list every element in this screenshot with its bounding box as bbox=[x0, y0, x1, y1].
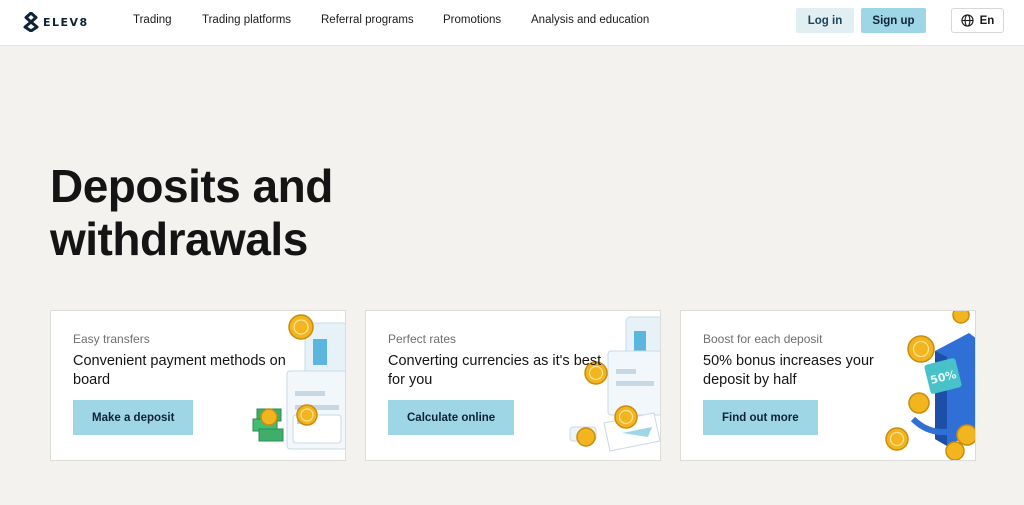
nav-item-trading-platforms[interactable]: Trading platforms bbox=[202, 14, 291, 26]
page-title-line-1: Deposits and bbox=[50, 160, 333, 212]
language-selector[interactable]: En bbox=[951, 8, 1004, 33]
page-title-line-2: withdrawals bbox=[50, 213, 308, 265]
card-title: 50% bonus increases your deposit by half bbox=[703, 353, 874, 388]
card-title: Converting currencies as it's best for y… bbox=[388, 353, 602, 388]
card-boost-deposit: 50% Boost for each deposit 50% bonus inc… bbox=[680, 310, 976, 461]
nav-item-analysis-education[interactable]: Analysis and education bbox=[531, 14, 649, 26]
card-easy-transfers: Easy transfers Convenient payment method… bbox=[50, 310, 346, 461]
signup-button[interactable]: Sign up bbox=[861, 8, 926, 33]
login-button[interactable]: Log in bbox=[796, 8, 854, 33]
nav-item-referral-programs[interactable]: Referral programs bbox=[321, 14, 414, 26]
card-eyebrow: Easy transfers bbox=[73, 332, 150, 346]
globe-icon bbox=[961, 14, 974, 27]
calculate-online-button[interactable]: Calculate online bbox=[388, 400, 515, 435]
card-eyebrow: Boost for each deposit bbox=[703, 332, 823, 346]
card-title: Convenient payment methods on board bbox=[73, 353, 286, 388]
nav-item-promotions[interactable]: Promotions bbox=[443, 14, 501, 26]
card-eyebrow: Perfect rates bbox=[388, 332, 457, 346]
top-navigation-bar: ELEV8 Trading Trading platforms Referral… bbox=[0, 0, 1024, 46]
language-label: En bbox=[979, 14, 995, 27]
brand-name: ELEV8 bbox=[43, 15, 89, 29]
nav-item-trading[interactable]: Trading bbox=[133, 14, 172, 26]
elev8-logo-icon bbox=[23, 12, 39, 32]
brand-logo[interactable]: ELEV8 bbox=[22, 11, 89, 33]
card-perfect-rates: Perfect rates Converting currencies as i… bbox=[365, 310, 661, 461]
make-deposit-button[interactable]: Make a deposit bbox=[73, 400, 194, 435]
page-title: Deposits and withdrawals bbox=[50, 160, 410, 266]
find-out-more-button[interactable]: Find out more bbox=[703, 400, 818, 435]
